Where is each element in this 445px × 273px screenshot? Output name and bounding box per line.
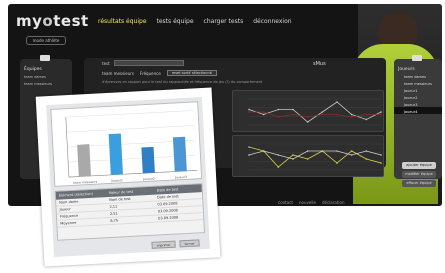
- players-icon: [412, 55, 422, 61]
- player-item[interactable]: Joueur1: [394, 86, 442, 93]
- data-point: [306, 116, 309, 118]
- data-point: [306, 121, 309, 123]
- photo-content: team messieurs Joueur1 Joueur2 Joueur3 Élém…: [46, 97, 210, 257]
- data-point: [262, 150, 265, 152]
- data-point: [248, 111, 250, 113]
- player-item[interactable]: Joueur3: [394, 100, 442, 107]
- bar: [77, 144, 91, 177]
- line-chart-bottom: [232, 135, 384, 177]
- cell: Moyenne: [60, 220, 77, 226]
- data-point: [365, 113, 368, 116]
- cell: 8,75: [110, 218, 119, 223]
- footer-declaration-link[interactable]: déclaration: [322, 200, 345, 205]
- cell: 03.09.2008: [158, 215, 179, 221]
- data-point: [306, 158, 309, 160]
- data-point: [380, 162, 382, 164]
- edit-team-button[interactable]: modifier équipe: [402, 171, 436, 178]
- x-tick-label: Joueur3: [174, 175, 187, 180]
- test-selector-row: test: [102, 60, 184, 66]
- player-item-selected[interactable]: Joueur4: [394, 107, 442, 114]
- footer-contact-link[interactable]: contact: [278, 200, 293, 205]
- footer-links: contact nouvelle déclaration: [278, 200, 345, 205]
- test-label: test: [102, 60, 110, 66]
- data-point: [365, 118, 368, 121]
- x-tick-label: Joueur1: [110, 178, 123, 183]
- data-point: [336, 150, 338, 152]
- data-point: [262, 111, 265, 113]
- signature-label: sMus: [313, 61, 326, 67]
- comparison-row: team messieurs Fréquence reset sortif sé…: [102, 70, 217, 76]
- data-point: [292, 158, 294, 160]
- data-point: [292, 108, 294, 111]
- logo: myotest: [16, 12, 89, 30]
- data-point: [306, 150, 309, 152]
- data-point: [350, 150, 353, 152]
- main-nav: résultats équipe tests équipe charger te…: [98, 18, 292, 25]
- choice-a-label[interactable]: team messieurs: [102, 71, 134, 76]
- test-select[interactable]: [113, 60, 184, 66]
- data-point: [336, 162, 338, 164]
- add-team-button[interactable]: ajouter équipe: [402, 162, 436, 169]
- data-point: [350, 154, 353, 156]
- nav-item-logout[interactable]: déconnexion: [253, 18, 291, 25]
- team-item[interactable]: team dames: [20, 72, 72, 79]
- teams-icon: [40, 55, 50, 61]
- x-tick-label: team messieurs: [73, 180, 98, 185]
- line-chart-top: [232, 90, 384, 132]
- data-point: [380, 154, 382, 156]
- data-point: [336, 113, 338, 116]
- player-item[interactable]: Joueur2: [394, 93, 442, 100]
- bar: [108, 133, 123, 175]
- bar: [141, 146, 155, 174]
- data-point: [292, 154, 294, 156]
- data-point: [336, 101, 338, 103]
- data-point: [321, 111, 324, 113]
- data-point: [380, 113, 382, 116]
- data-point: [365, 158, 368, 160]
- choice-b-label[interactable]: Fréquence: [140, 71, 161, 76]
- gridline: [65, 110, 194, 118]
- mode-athlete-button[interactable]: mode athlète: [26, 36, 66, 45]
- data-point: [321, 113, 324, 116]
- data-point: [365, 150, 368, 152]
- data-point: [277, 166, 280, 168]
- data-point: [277, 116, 280, 118]
- data-point: [292, 113, 294, 116]
- data-point: [262, 113, 265, 116]
- bar-chart-svg: team messieurs Joueur1 Joueur2 Joueur3: [65, 110, 197, 185]
- nav-item-tests[interactable]: tests équipe: [157, 18, 194, 25]
- help-text: d'épreuves en rapport pour le test du ra…: [102, 80, 263, 84]
- print-button[interactable]: imprimer: [151, 240, 176, 249]
- data-point: [248, 154, 250, 156]
- data-point: [248, 146, 250, 148]
- bar: [172, 136, 187, 172]
- data-point: [380, 111, 382, 113]
- data-point: [350, 116, 353, 118]
- player-item[interactable]: team messieurs: [394, 79, 442, 86]
- nav-item-results[interactable]: résultats équipe: [98, 18, 147, 25]
- team-item[interactable]: team messieurs: [20, 79, 72, 86]
- series-line: [248, 101, 382, 123]
- bar-chart: team messieurs Joueur1 Joueur2 Joueur3: [50, 101, 203, 187]
- reset-button[interactable]: reset sortif sélectionné: [166, 70, 217, 76]
- x-tick-label: Joueur2: [142, 177, 155, 182]
- line-chart-top-svg: [248, 98, 382, 126]
- nav-item-upload[interactable]: charger tests: [204, 18, 244, 25]
- player-item[interactable]: team dames: [394, 72, 442, 79]
- photo-overlay: team messieurs Joueur1 Joueur2 Joueur3 Élém…: [35, 87, 221, 267]
- close-button[interactable]: fermer: [179, 239, 200, 248]
- data-point: [277, 154, 280, 156]
- data-point: [248, 108, 250, 111]
- gridline: [66, 125, 195, 133]
- line-chart-bottom-svg: [248, 143, 382, 171]
- data-point: [350, 113, 353, 116]
- delete-team-button[interactable]: effacer équipe: [402, 180, 436, 187]
- series-line: [248, 146, 382, 168]
- results-table: Élément (sélection) Valeur de test Date …: [54, 183, 206, 241]
- players-panel: Joueurs team dames team messieurs Joueur…: [394, 55, 442, 179]
- footer-news-link[interactable]: nouvelle: [299, 200, 316, 205]
- data-point: [321, 150, 324, 152]
- data-point: [277, 108, 280, 111]
